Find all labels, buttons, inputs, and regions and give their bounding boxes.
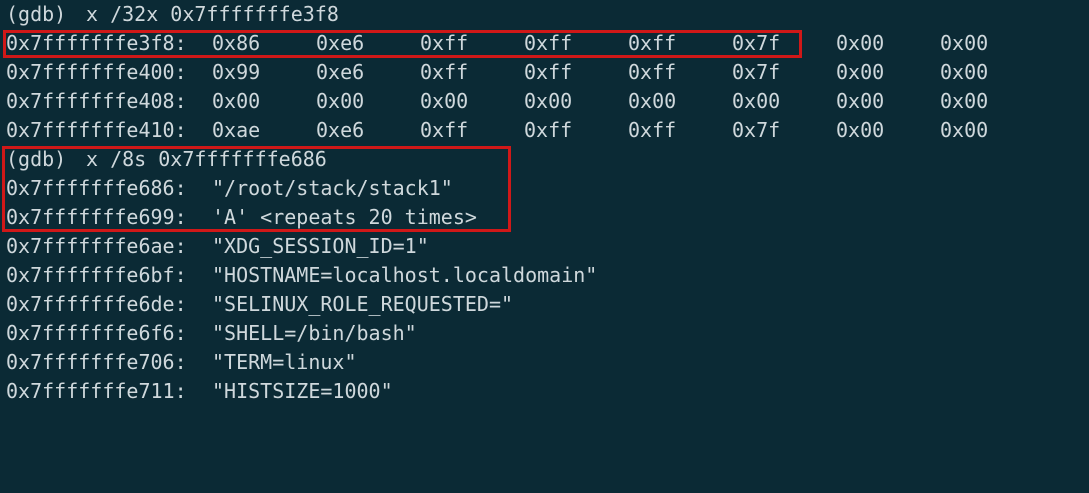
memory-byte: 0x00 — [836, 89, 885, 113]
memory-address: 0x7fffffffe6de: — [6, 292, 187, 316]
memory-byte: 0xe6 — [316, 31, 365, 55]
memory-byte: 0xff — [628, 118, 677, 142]
memory-address: 0x7fffffffe686: — [6, 176, 187, 200]
memory-byte: 0xff — [420, 118, 469, 142]
memory-address: 0x7fffffffe706: — [6, 350, 187, 374]
gdb-command: x /32x 0x7fffffffe3f8 — [86, 2, 339, 26]
memory-byte: 0x00 — [940, 89, 989, 113]
memory-hex-row: 0x7fffffffe400: 0x99 0xe6 0xff 0xff 0xff… — [6, 58, 988, 87]
gdb-command-line: (gdb) x /8s 0x7fffffffe686 — [6, 145, 327, 174]
memory-string-row: 0x7fffffffe6ae: "XDG_SESSION_ID=1" — [6, 232, 429, 261]
memory-byte: 0x00 — [212, 89, 261, 113]
memory-address: 0x7fffffffe410: — [6, 118, 187, 142]
memory-string-row: 0x7fffffffe6bf: "HOSTNAME=localhost.loca… — [6, 261, 597, 290]
memory-byte: 0xff — [524, 118, 573, 142]
memory-byte: 0xff — [524, 31, 573, 55]
memory-byte: 0xff — [524, 60, 573, 84]
memory-string-value: 'A' <repeats 20 times> — [212, 205, 477, 229]
memory-string-value: "SHELL=/bin/bash" — [212, 321, 417, 345]
memory-address: 0x7fffffffe6f6: — [6, 321, 187, 345]
memory-byte: 0x00 — [524, 89, 573, 113]
memory-byte: 0x00 — [420, 89, 469, 113]
memory-string-row: 0x7fffffffe6de: "SELINUX_ROLE_REQUESTED=… — [6, 290, 513, 319]
memory-string-row: 0x7fffffffe686: "/root/stack/stack1" — [6, 174, 453, 203]
memory-string-row: 0x7fffffffe699: 'A' <repeats 20 times> — [6, 203, 477, 232]
memory-string-row: 0x7fffffffe6f6: "SHELL=/bin/bash" — [6, 319, 417, 348]
memory-byte: 0x00 — [940, 31, 989, 55]
memory-string-value: "HISTSIZE=1000" — [212, 379, 393, 403]
memory-byte: 0x86 — [212, 31, 261, 55]
gdb-command: x /8s 0x7fffffffe686 — [86, 147, 327, 171]
memory-byte: 0x7f — [732, 60, 781, 84]
memory-byte: 0xe6 — [316, 60, 365, 84]
memory-hex-row: 0x7fffffffe3f8: 0x86 0xe6 0xff 0xff 0xff… — [6, 29, 988, 58]
memory-byte: 0x00 — [836, 118, 885, 142]
memory-byte: 0x00 — [628, 89, 677, 113]
memory-address: 0x7fffffffe6ae: — [6, 234, 187, 258]
memory-address: 0x7fffffffe699: — [6, 205, 187, 229]
memory-hex-row: 0x7fffffffe410: 0xae 0xe6 0xff 0xff 0xff… — [6, 116, 988, 145]
memory-address: 0x7fffffffe711: — [6, 379, 187, 403]
memory-string-value: "TERM=linux" — [212, 350, 357, 374]
gdb-command-line: (gdb) x /32x 0x7fffffffe3f8 — [6, 0, 339, 29]
memory-byte: 0x00 — [732, 89, 781, 113]
memory-byte: 0x7f — [732, 118, 781, 142]
memory-string-value: "HOSTNAME=localhost.localdomain" — [212, 263, 598, 287]
memory-string-value: "/root/stack/stack1" — [212, 176, 453, 200]
memory-address: 0x7fffffffe400: — [6, 60, 187, 84]
memory-byte: 0x00 — [836, 60, 885, 84]
memory-address: 0x7fffffffe408: — [6, 89, 187, 113]
memory-byte: 0xff — [420, 31, 469, 55]
memory-byte: 0x00 — [316, 89, 365, 113]
gdb-prompt: (gdb) — [6, 147, 67, 171]
memory-byte: 0x00 — [940, 60, 989, 84]
memory-hex-row: 0x7fffffffe408: 0x00 0x00 0x00 0x00 0x00… — [6, 87, 988, 116]
memory-byte: 0xff — [420, 60, 469, 84]
memory-string-value: "SELINUX_ROLE_REQUESTED=" — [212, 292, 514, 316]
memory-byte: 0x7f — [732, 31, 781, 55]
memory-byte: 0x00 — [940, 118, 989, 142]
memory-byte: 0xe6 — [316, 118, 365, 142]
memory-string-row: 0x7fffffffe706: "TERM=linux" — [6, 348, 357, 377]
memory-byte: 0xff — [628, 31, 677, 55]
memory-address: 0x7fffffffe3f8: — [6, 31, 187, 55]
gdb-prompt: (gdb) — [6, 2, 67, 26]
terminal-window[interactable]: (gdb) x /32x 0x7fffffffe3f8 0x7fffffffe3… — [0, 0, 1089, 407]
memory-byte: 0x00 — [836, 31, 885, 55]
memory-byte: 0xae — [212, 118, 261, 142]
memory-string-row: 0x7fffffffe711: "HISTSIZE=1000" — [6, 377, 393, 406]
memory-byte: 0x99 — [212, 60, 261, 84]
memory-string-value: "XDG_SESSION_ID=1" — [212, 234, 429, 258]
memory-byte: 0xff — [628, 60, 677, 84]
memory-address: 0x7fffffffe6bf: — [6, 263, 187, 287]
